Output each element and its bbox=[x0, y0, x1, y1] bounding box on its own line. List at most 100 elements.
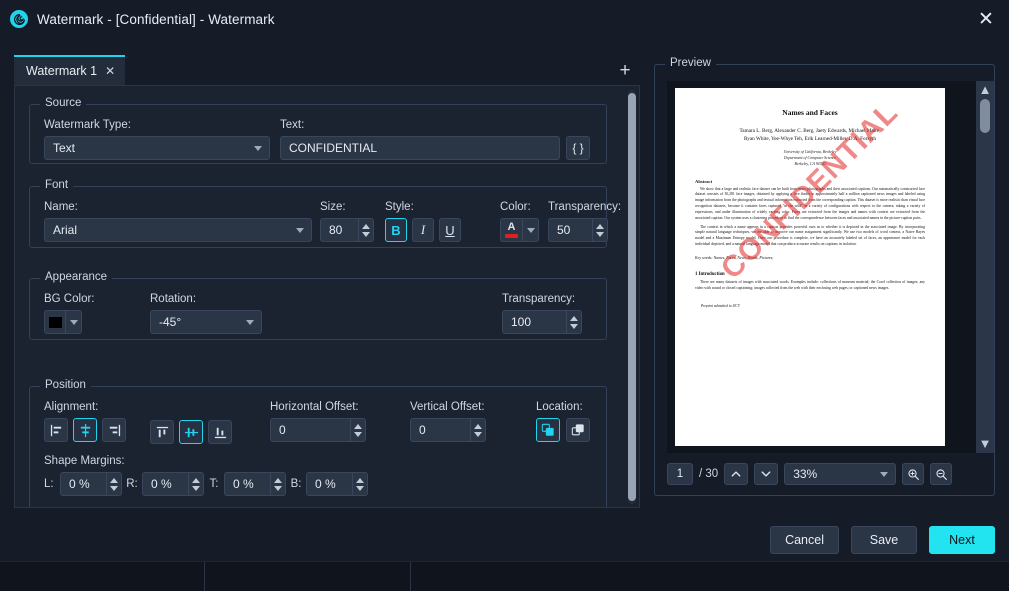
chevron-up-icon[interactable]: ▲ bbox=[979, 81, 992, 99]
vertical-offset-stepper[interactable] bbox=[471, 418, 486, 442]
source-group-title: Source bbox=[40, 97, 86, 109]
margin-left-input[interactable]: 0 % bbox=[60, 472, 107, 496]
align-center-button[interactable] bbox=[73, 418, 97, 442]
position-group: Position Alignment: bbox=[29, 386, 607, 508]
previous-page-button[interactable] bbox=[724, 463, 748, 485]
align-middle-icon bbox=[184, 425, 199, 440]
margin-left-stepper[interactable] bbox=[107, 472, 122, 496]
font-color-button[interactable]: A bbox=[500, 218, 523, 242]
align-center-icon bbox=[78, 423, 93, 438]
font-transparency-input[interactable]: 50 bbox=[548, 218, 593, 242]
margin-bottom-stepper[interactable] bbox=[353, 472, 368, 496]
underline-button[interactable]: U bbox=[439, 218, 461, 242]
watermark-dialog: Watermark - [Confidential] - Watermark ✕… bbox=[0, 0, 1009, 591]
taskbar-divider bbox=[410, 562, 411, 591]
cancel-button[interactable]: Cancel bbox=[770, 526, 839, 554]
appearance-transparency-stepper[interactable] bbox=[567, 310, 582, 334]
bg-color-dropdown[interactable] bbox=[66, 310, 82, 334]
horizontal-offset-input[interactable]: 0 bbox=[270, 418, 351, 442]
horizontal-offset-stepper[interactable] bbox=[351, 418, 366, 442]
abstract-paragraph-2: The context in which a name appears in a… bbox=[695, 225, 925, 248]
editor-scrollbar[interactable] bbox=[628, 90, 636, 504]
page-number-value: 1 bbox=[677, 468, 683, 480]
margin-top-stepper[interactable] bbox=[271, 472, 286, 496]
margin-right-label: R: bbox=[122, 478, 142, 490]
align-top-icon bbox=[155, 425, 170, 440]
watermark-editor-panel: Watermark 1 ✕ + Source Watermark Type: T… bbox=[14, 56, 640, 508]
font-name-value: Arial bbox=[53, 223, 77, 237]
preview-page: Names and Faces Tamara L. Berg, Alexande… bbox=[675, 88, 945, 446]
font-name-label: Name: bbox=[44, 201, 312, 213]
align-middle-button[interactable] bbox=[179, 420, 203, 444]
chevron-down-icon[interactable]: ▼ bbox=[979, 435, 992, 453]
bold-button[interactable]: B bbox=[385, 218, 407, 242]
editor-scroll-area: Source Watermark Type: Text Text: CONFID… bbox=[14, 86, 640, 508]
margin-right-stepper[interactable] bbox=[189, 472, 204, 496]
margin-top-input[interactable]: 0 % bbox=[224, 472, 271, 496]
font-transparency-stepper[interactable] bbox=[593, 218, 608, 242]
tab-label: Watermark 1 bbox=[26, 64, 97, 78]
font-color-dropdown[interactable] bbox=[523, 218, 539, 242]
font-group: Font Name: Arial Size: 80 bbox=[29, 186, 607, 248]
zoom-level-select[interactable]: 33% bbox=[784, 463, 896, 485]
align-left-button[interactable] bbox=[44, 418, 68, 442]
font-size-input[interactable]: 80 bbox=[320, 218, 359, 242]
zoom-out-button[interactable] bbox=[930, 463, 952, 485]
source-group: Source Watermark Type: Text Text: CONFID… bbox=[29, 104, 607, 164]
watermark-type-select[interactable]: Text bbox=[44, 136, 270, 160]
preview-title: Preview bbox=[665, 57, 716, 69]
next-button[interactable]: Next bbox=[929, 526, 995, 554]
insert-macro-button[interactable]: { } bbox=[566, 136, 590, 160]
tab-watermark-1[interactable]: Watermark 1 ✕ bbox=[14, 55, 125, 85]
chevron-down-icon bbox=[70, 320, 78, 325]
save-button[interactable]: Save bbox=[851, 526, 917, 554]
position-group-title: Position bbox=[40, 379, 91, 391]
close-icon[interactable]: ✕ bbox=[105, 65, 115, 77]
align-right-icon bbox=[107, 423, 122, 438]
font-name-select[interactable]: Arial bbox=[44, 218, 312, 242]
margin-bottom-input[interactable]: 0 % bbox=[306, 472, 353, 496]
document-keywords: Key words: Names, Faces, News, Words, Pi… bbox=[695, 256, 925, 260]
rotation-label: Rotation: bbox=[150, 293, 262, 305]
appearance-transparency-input[interactable]: 100 bbox=[502, 310, 567, 334]
align-bottom-button[interactable] bbox=[208, 420, 232, 444]
font-size-value: 80 bbox=[329, 223, 342, 237]
align-top-button[interactable] bbox=[150, 420, 174, 444]
rotation-select[interactable]: -45° bbox=[150, 310, 262, 334]
margin-right-input[interactable]: 0 % bbox=[142, 472, 189, 496]
document-footnote: Preprint submitted to IJCV bbox=[695, 304, 925, 308]
font-size-stepper[interactable] bbox=[359, 218, 374, 242]
rotation-value: -45° bbox=[159, 315, 181, 329]
location-front-button[interactable] bbox=[536, 418, 560, 442]
preview-stage[interactable]: Names and Faces Tamara L. Berg, Alexande… bbox=[667, 81, 983, 453]
next-page-button[interactable] bbox=[754, 463, 778, 485]
spiral-logo-icon bbox=[10, 10, 28, 28]
italic-button[interactable]: I bbox=[412, 218, 434, 242]
page-number-input[interactable]: 1 bbox=[667, 463, 693, 485]
vertical-offset-value: 0 bbox=[419, 423, 426, 437]
margin-bottom-label: B: bbox=[286, 478, 306, 490]
close-icon[interactable]: ✕ bbox=[963, 0, 1009, 38]
add-watermark-tab-button[interactable]: + bbox=[610, 57, 640, 85]
location-behind-button[interactable] bbox=[566, 418, 590, 442]
zoom-in-button[interactable] bbox=[902, 463, 924, 485]
vertical-offset-input[interactable]: 0 bbox=[410, 418, 471, 442]
page-total-label: / 30 bbox=[699, 468, 718, 480]
bg-color-button[interactable] bbox=[44, 310, 66, 334]
scrollbar-thumb[interactable] bbox=[980, 99, 990, 133]
document-content: Names and Faces Tamara L. Berg, Alexande… bbox=[675, 88, 945, 322]
scrollbar-thumb[interactable] bbox=[628, 93, 636, 501]
watermark-text-input[interactable]: CONFIDENTIAL bbox=[280, 136, 560, 160]
taskbar bbox=[0, 561, 1009, 591]
align-right-button[interactable] bbox=[102, 418, 126, 442]
document-affiliation-line-3: Berkeley, CA 94720 bbox=[695, 162, 925, 168]
chevron-down-icon bbox=[296, 228, 304, 233]
preview-scrollbar[interactable]: ▲ ▼ bbox=[976, 81, 994, 453]
margin-top-label: T: bbox=[204, 478, 224, 490]
zoom-in-icon bbox=[907, 468, 920, 481]
watermark-type-label: Watermark Type: bbox=[44, 119, 270, 131]
margin-left-label: L: bbox=[44, 478, 60, 490]
chevron-down-icon bbox=[246, 320, 254, 325]
margin-top-value: 0 % bbox=[233, 477, 254, 491]
introduction-paragraph-1: There are many datasets of images with a… bbox=[695, 280, 925, 292]
